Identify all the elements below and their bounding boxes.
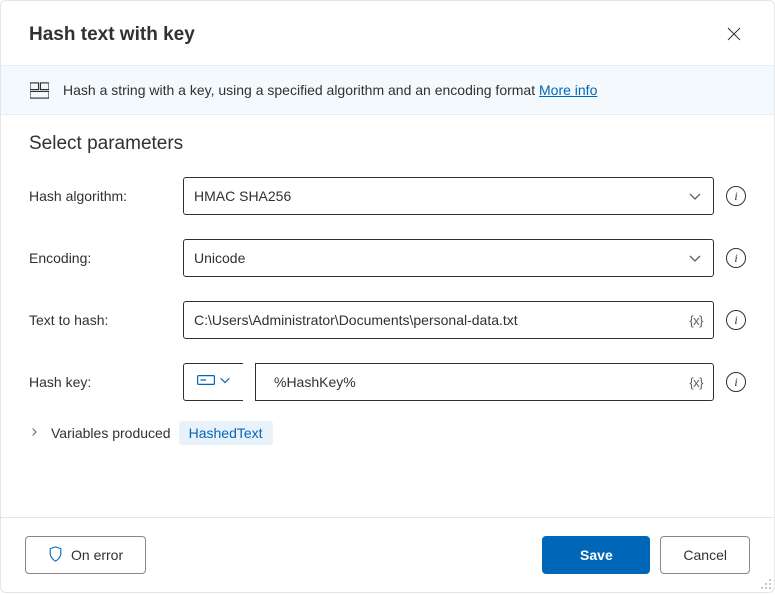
close-icon [727, 27, 741, 44]
select-encoding[interactable]: Unicode [183, 239, 714, 277]
cancel-button[interactable]: Cancel [660, 536, 750, 574]
input-type-picker[interactable] [183, 363, 243, 401]
resize-handle[interactable] [758, 576, 772, 590]
close-button[interactable] [718, 19, 750, 51]
info-banner-text: Hash a string with a key, using a specif… [63, 82, 597, 98]
select-value: HMAC SHA256 [194, 188, 291, 204]
save-button[interactable]: Save [542, 536, 650, 574]
label-encoding: Encoding: [29, 250, 183, 266]
on-error-button[interactable]: On error [25, 536, 146, 574]
row-hash-algorithm: Hash algorithm: HMAC SHA256 i [29, 177, 746, 215]
chevron-down-icon [685, 186, 705, 206]
dialog-content: Select parameters Hash algorithm: HMAC S… [1, 115, 774, 517]
dialog-footer: On error Save Cancel [1, 517, 774, 592]
input-text-to-hash[interactable] [194, 312, 689, 328]
info-banner: Hash a string with a key, using a specif… [1, 65, 774, 115]
label-text-to-hash: Text to hash: [29, 312, 183, 328]
info-icon[interactable]: i [726, 186, 746, 206]
dialog-title: Hash text with key [29, 24, 195, 46]
chevron-down-icon [219, 373, 231, 391]
select-hash-algorithm[interactable]: HMAC SHA256 [183, 177, 714, 215]
dialog-header: Hash text with key [1, 1, 774, 65]
more-info-link[interactable]: More info [539, 82, 597, 98]
section-title: Select parameters [29, 133, 746, 155]
chevron-down-icon [685, 248, 705, 268]
direct-input-icon [197, 373, 215, 392]
footer-actions: Save Cancel [542, 536, 750, 574]
hash-text-dialog: Hash text with key Hash a string with a … [0, 0, 775, 593]
label-hash-algorithm: Hash algorithm: [29, 188, 183, 204]
on-error-label: On error [71, 547, 123, 563]
select-value: Unicode [194, 250, 245, 266]
input-wrap-hash-key: {x} [255, 363, 714, 401]
input-hash-key[interactable] [266, 374, 689, 390]
row-encoding: Encoding: Unicode i [29, 239, 746, 277]
variables-produced-row: Variables produced HashedText [29, 421, 746, 445]
insert-variable-button[interactable]: {x} [689, 375, 703, 390]
input-wrap-text-to-hash: {x} [183, 301, 714, 339]
label-hash-key: Hash key: [29, 374, 183, 390]
info-icon[interactable]: i [726, 372, 746, 392]
variable-badge-hashedtext[interactable]: HashedText [179, 421, 273, 445]
row-text-to-hash: Text to hash: {x} i [29, 301, 746, 339]
info-icon[interactable]: i [726, 248, 746, 268]
info-icon[interactable]: i [726, 310, 746, 330]
chevron-right-icon[interactable] [29, 424, 43, 442]
variables-produced-label[interactable]: Variables produced [51, 425, 171, 441]
row-hash-key: Hash key: {x} i [29, 363, 746, 401]
insert-variable-button[interactable]: {x} [689, 313, 703, 328]
app-grid-icon [29, 80, 49, 100]
shield-icon [48, 546, 63, 565]
